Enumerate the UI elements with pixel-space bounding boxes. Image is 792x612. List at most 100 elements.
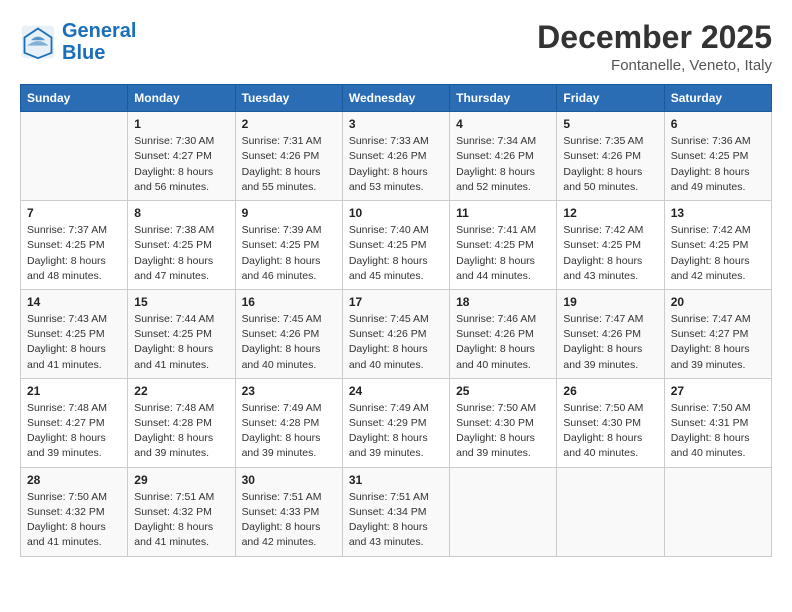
day-info: Sunrise: 7:43 AM Sunset: 4:25 PM Dayligh…: [27, 312, 121, 373]
calendar-cell: 26 Sunrise: 7:50 AM Sunset: 4:30 PM Dayli…: [557, 378, 664, 467]
day-info: Sunrise: 7:50 AM Sunset: 4:32 PM Dayligh…: [27, 490, 121, 551]
location-subtitle: Fontanelle, Veneto, Italy: [537, 57, 772, 74]
day-info: Sunrise: 7:38 AM Sunset: 4:25 PM Dayligh…: [134, 223, 228, 284]
page-header: General Blue December 2025 Fontanelle, V…: [20, 20, 772, 74]
day-number: 11: [456, 206, 550, 220]
day-info: Sunrise: 7:47 AM Sunset: 4:27 PM Dayligh…: [671, 312, 765, 373]
calendar-cell: 6Sunrise: 7:36 AM Sunset: 4:25 PM Daylig…: [664, 112, 771, 201]
day-info: Sunrise: 7:48 AM Sunset: 4:28 PM Dayligh…: [134, 401, 228, 462]
day-info: Sunrise: 7:45 AM Sunset: 4:26 PM Dayligh…: [349, 312, 443, 373]
calendar-cell: 11 Sunrise: 7:41 AM Sunset: 4:25 PM Dayli…: [450, 201, 557, 290]
day-number: 13: [671, 206, 765, 220]
calendar-cell: 9 Sunrise: 7:39 AM Sunset: 4:25 PM Daylig…: [235, 201, 342, 290]
calendar-cell: [21, 112, 128, 201]
day-number: 6: [671, 117, 765, 131]
calendar-cell: [557, 467, 664, 556]
day-number: 12: [563, 206, 657, 220]
calendar-cell: 12Sunrise: 7:42 AM Sunset: 4:25 PM Dayli…: [557, 201, 664, 290]
calendar-cell: 31 Sunrise: 7:51 AM Sunset: 4:34 PM Dayli…: [342, 467, 449, 556]
calendar-cell: 24 Sunrise: 7:49 AM Sunset: 4:29 PM Dayli…: [342, 378, 449, 467]
day-info: Sunrise: 7:42 AM Sunset: 4:25 PM Dayligh…: [671, 223, 765, 284]
calendar-cell: [450, 467, 557, 556]
calendar-cell: 8 Sunrise: 7:38 AM Sunset: 4:25 PM Daylig…: [128, 201, 235, 290]
day-number: 24: [349, 384, 443, 398]
week-row-0: 1 Sunrise: 7:30 AM Sunset: 4:27 PM Daylig…: [21, 112, 772, 201]
day-info: Sunrise: 7:34 AM Sunset: 4:26 PM Dayligh…: [456, 134, 550, 195]
calendar-cell: 5Sunrise: 7:35 AM Sunset: 4:26 PM Daylig…: [557, 112, 664, 201]
calendar-cell: 7Sunrise: 7:37 AM Sunset: 4:25 PM Daylig…: [21, 201, 128, 290]
header-day-wednesday: Wednesday: [342, 85, 449, 112]
day-number: 14: [27, 295, 121, 309]
calendar-cell: 1 Sunrise: 7:30 AM Sunset: 4:27 PM Daylig…: [128, 112, 235, 201]
day-info: Sunrise: 7:48 AM Sunset: 4:27 PM Dayligh…: [27, 401, 121, 462]
day-number: 7: [27, 206, 121, 220]
day-number: 18: [456, 295, 550, 309]
day-number: 1: [134, 117, 228, 131]
day-number: 22: [134, 384, 228, 398]
day-info: Sunrise: 7:35 AM Sunset: 4:26 PM Dayligh…: [563, 134, 657, 195]
calendar-cell: 18 Sunrise: 7:46 AM Sunset: 4:26 PM Dayli…: [450, 289, 557, 378]
day-number: 9: [242, 206, 336, 220]
week-row-1: 7Sunrise: 7:37 AM Sunset: 4:25 PM Daylig…: [21, 201, 772, 290]
week-row-2: 14 Sunrise: 7:43 AM Sunset: 4:25 PM Dayli…: [21, 289, 772, 378]
day-number: 26: [563, 384, 657, 398]
day-number: 2: [242, 117, 336, 131]
day-info: Sunrise: 7:51 AM Sunset: 4:33 PM Dayligh…: [242, 490, 336, 551]
calendar-cell: [664, 467, 771, 556]
week-row-4: 28 Sunrise: 7:50 AM Sunset: 4:32 PM Dayli…: [21, 467, 772, 556]
day-info: Sunrise: 7:45 AM Sunset: 4:26 PM Dayligh…: [242, 312, 336, 373]
week-row-3: 21Sunrise: 7:48 AM Sunset: 4:27 PM Dayli…: [21, 378, 772, 467]
day-number: 28: [27, 473, 121, 487]
day-number: 15: [134, 295, 228, 309]
day-info: Sunrise: 7:40 AM Sunset: 4:25 PM Dayligh…: [349, 223, 443, 284]
day-number: 17: [349, 295, 443, 309]
day-info: Sunrise: 7:39 AM Sunset: 4:25 PM Dayligh…: [242, 223, 336, 284]
day-info: Sunrise: 7:49 AM Sunset: 4:29 PM Dayligh…: [349, 401, 443, 462]
calendar-cell: 14 Sunrise: 7:43 AM Sunset: 4:25 PM Dayli…: [21, 289, 128, 378]
day-info: Sunrise: 7:46 AM Sunset: 4:26 PM Dayligh…: [456, 312, 550, 373]
day-number: 31: [349, 473, 443, 487]
header-day-thursday: Thursday: [450, 85, 557, 112]
logo: General Blue: [20, 20, 136, 64]
calendar-cell: 23Sunrise: 7:49 AM Sunset: 4:28 PM Dayli…: [235, 378, 342, 467]
day-info: Sunrise: 7:51 AM Sunset: 4:32 PM Dayligh…: [134, 490, 228, 551]
calendar-header-row: SundayMondayTuesdayWednesdayThursdayFrid…: [21, 85, 772, 112]
day-number: 4: [456, 117, 550, 131]
calendar-cell: 3Sunrise: 7:33 AM Sunset: 4:26 PM Daylig…: [342, 112, 449, 201]
calendar-cell: 2 Sunrise: 7:31 AM Sunset: 4:26 PM Daylig…: [235, 112, 342, 201]
day-info: Sunrise: 7:30 AM Sunset: 4:27 PM Dayligh…: [134, 134, 228, 195]
header-day-saturday: Saturday: [664, 85, 771, 112]
day-info: Sunrise: 7:44 AM Sunset: 4:25 PM Dayligh…: [134, 312, 228, 373]
header-day-sunday: Sunday: [21, 85, 128, 112]
day-number: 16: [242, 295, 336, 309]
header-day-monday: Monday: [128, 85, 235, 112]
calendar-cell: 15 Sunrise: 7:44 AM Sunset: 4:25 PM Dayli…: [128, 289, 235, 378]
day-info: Sunrise: 7:50 AM Sunset: 4:30 PM Dayligh…: [563, 401, 657, 462]
calendar-cell: 17 Sunrise: 7:45 AM Sunset: 4:26 PM Dayli…: [342, 289, 449, 378]
calendar-cell: 16 Sunrise: 7:45 AM Sunset: 4:26 PM Dayli…: [235, 289, 342, 378]
day-number: 10: [349, 206, 443, 220]
day-info: Sunrise: 7:41 AM Sunset: 4:25 PM Dayligh…: [456, 223, 550, 284]
calendar-cell: 20 Sunrise: 7:47 AM Sunset: 4:27 PM Dayli…: [664, 289, 771, 378]
day-number: 19: [563, 295, 657, 309]
logo-line2: Blue: [62, 42, 105, 64]
calendar-cell: 10 Sunrise: 7:40 AM Sunset: 4:25 PM Dayli…: [342, 201, 449, 290]
logo-text: General Blue: [62, 20, 136, 64]
header-day-friday: Friday: [557, 85, 664, 112]
day-number: 3: [349, 117, 443, 131]
calendar-cell: 13 Sunrise: 7:42 AM Sunset: 4:25 PM Dayli…: [664, 201, 771, 290]
day-number: 30: [242, 473, 336, 487]
header-day-tuesday: Tuesday: [235, 85, 342, 112]
day-number: 25: [456, 384, 550, 398]
day-number: 29: [134, 473, 228, 487]
calendar-cell: 19Sunrise: 7:47 AM Sunset: 4:26 PM Dayli…: [557, 289, 664, 378]
day-info: Sunrise: 7:31 AM Sunset: 4:26 PM Dayligh…: [242, 134, 336, 195]
calendar-cell: 22 Sunrise: 7:48 AM Sunset: 4:28 PM Dayli…: [128, 378, 235, 467]
calendar-cell: 29 Sunrise: 7:51 AM Sunset: 4:32 PM Dayli…: [128, 467, 235, 556]
day-number: 8: [134, 206, 228, 220]
day-number: 20: [671, 295, 765, 309]
calendar-cell: 28 Sunrise: 7:50 AM Sunset: 4:32 PM Dayli…: [21, 467, 128, 556]
day-info: Sunrise: 7:50 AM Sunset: 4:30 PM Dayligh…: [456, 401, 550, 462]
month-title: December 2025: [537, 20, 772, 55]
day-info: Sunrise: 7:51 AM Sunset: 4:34 PM Dayligh…: [349, 490, 443, 551]
